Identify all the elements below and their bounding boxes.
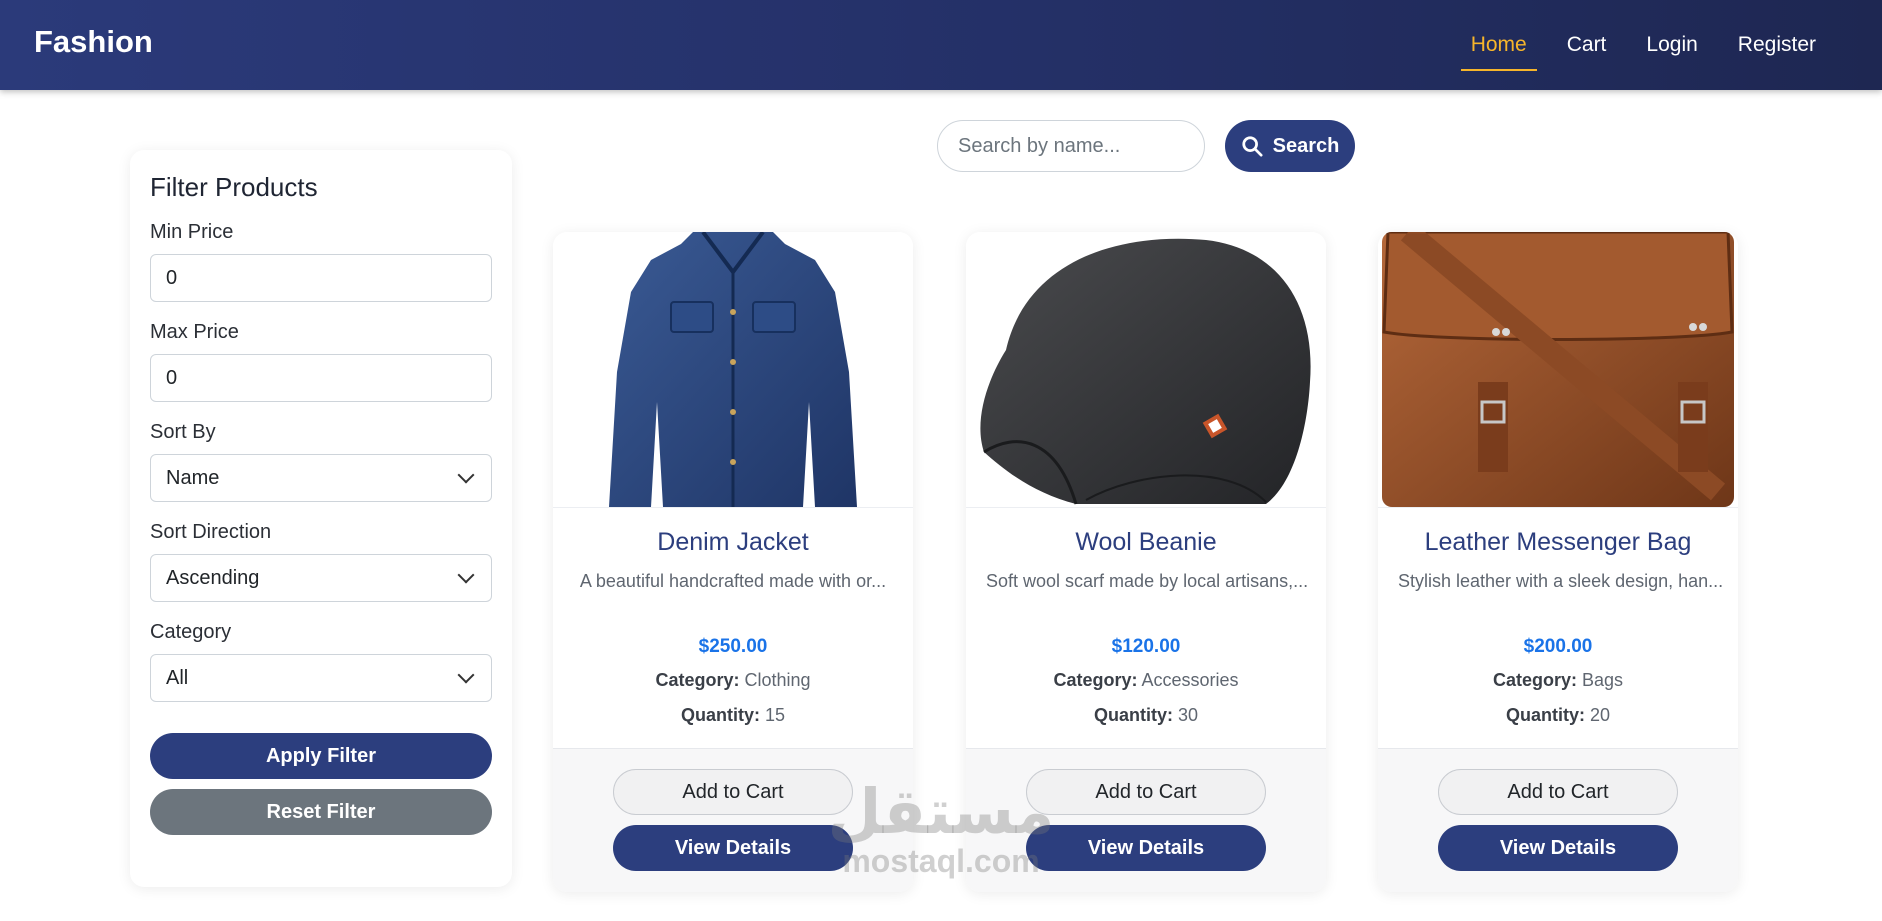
product-card-footer: Add to Cart View Details bbox=[966, 748, 1326, 892]
nav-link-cart[interactable]: Cart bbox=[1557, 25, 1617, 65]
sort-direction-value: Ascending bbox=[166, 566, 260, 589]
search-button[interactable]: Search bbox=[1225, 120, 1355, 172]
product-price: $250.00 bbox=[698, 636, 768, 657]
product-description: A beautiful handcrafted made with or... bbox=[579, 571, 887, 591]
product-category: Category: Accessories bbox=[966, 670, 1326, 691]
sort-direction-field: Sort Direction Ascending bbox=[150, 521, 492, 602]
chevron-down-icon bbox=[457, 666, 475, 684]
chevron-down-icon bbox=[457, 466, 475, 484]
quantity-key: Quantity: bbox=[1505, 705, 1585, 725]
product-image-wool-beanie[interactable] bbox=[966, 232, 1326, 507]
product-name[interactable]: Wool Beanie bbox=[966, 528, 1326, 557]
max-price-label: Max Price bbox=[150, 321, 239, 343]
reset-filter-button[interactable]: Reset Filter bbox=[150, 789, 492, 835]
add-to-cart-button[interactable]: Add to Cart bbox=[1026, 769, 1266, 815]
product-quantity: Quantity: 15 bbox=[553, 705, 913, 726]
product-price: $120.00 bbox=[1111, 636, 1181, 657]
product-name[interactable]: Leather Messenger Bag bbox=[1378, 528, 1738, 557]
nav-link-register[interactable]: Register bbox=[1728, 25, 1826, 65]
category-select[interactable]: All bbox=[150, 654, 492, 702]
nav-link-login[interactable]: Login bbox=[1636, 25, 1707, 65]
product-image-denim-jacket[interactable] bbox=[553, 232, 913, 507]
navbar: Fashion Home Cart Login Register bbox=[0, 0, 1882, 90]
quantity-val: 30 bbox=[1177, 705, 1199, 725]
product-name[interactable]: Denim Jacket bbox=[553, 528, 913, 557]
search-icon bbox=[1242, 136, 1263, 157]
filter-title: Filter Products bbox=[150, 172, 318, 202]
quantity-val: 20 bbox=[1589, 705, 1611, 725]
category-val: Accessories bbox=[1141, 670, 1239, 690]
sort-by-select[interactable]: Name bbox=[150, 454, 492, 502]
category-label: Category bbox=[150, 621, 232, 643]
product-card-body: Denim Jacket A beautiful handcrafted mad… bbox=[553, 507, 913, 748]
search-button-label: Search bbox=[1272, 134, 1340, 157]
sort-by-label: Sort By bbox=[150, 421, 216, 443]
product-card-body: Leather Messenger Bag Stylish leather wi… bbox=[1378, 507, 1738, 748]
chevron-down-icon bbox=[457, 566, 475, 584]
sort-by-field: Sort By Name bbox=[150, 421, 492, 502]
min-price-input[interactable]: 0 bbox=[150, 254, 492, 302]
max-price-input[interactable]: 0 bbox=[150, 354, 492, 402]
category-val: Bags bbox=[1582, 670, 1624, 690]
product-description: Stylish leather with a sleek design, han… bbox=[1398, 571, 1724, 591]
product-quantity: Quantity: 20 bbox=[1378, 705, 1738, 726]
min-price-label: Min Price bbox=[150, 221, 234, 243]
filter-panel: Filter Products Min Price 0 Max Price 0 … bbox=[130, 150, 512, 887]
sort-direction-label: Sort Direction bbox=[150, 521, 272, 543]
category-value: All bbox=[166, 666, 189, 689]
product-card: Leather Messenger Bag Stylish leather wi… bbox=[1378, 232, 1738, 892]
product-card-footer: Add to Cart View Details bbox=[1378, 748, 1738, 892]
product-quantity: Quantity: 30 bbox=[966, 705, 1326, 726]
brand-logo[interactable]: Fashion bbox=[34, 24, 153, 60]
category-key: Category: bbox=[1053, 670, 1138, 690]
max-price-field: Max Price 0 bbox=[150, 321, 492, 402]
product-description: Soft wool scarf made by local artisans,.… bbox=[986, 571, 1309, 591]
quantity-key: Quantity: bbox=[680, 705, 760, 725]
product-price: $200.00 bbox=[1523, 636, 1593, 657]
nav-link-home[interactable]: Home bbox=[1460, 25, 1537, 71]
view-details-button[interactable]: View Details bbox=[1026, 825, 1266, 871]
product-card-footer: Add to Cart View Details bbox=[553, 748, 913, 892]
product-category: Category: Clothing bbox=[553, 670, 913, 691]
add-to-cart-button[interactable]: Add to Cart bbox=[1438, 769, 1678, 815]
category-key: Category: bbox=[1492, 670, 1577, 690]
min-price-field: Min Price 0 bbox=[150, 221, 492, 302]
category-field: Category All bbox=[150, 621, 492, 702]
quantity-key: Quantity: bbox=[1093, 705, 1173, 725]
sort-direction-select[interactable]: Ascending bbox=[150, 554, 492, 602]
view-details-button[interactable]: View Details bbox=[613, 825, 853, 871]
product-image-leather-messenger-bag[interactable] bbox=[1378, 232, 1738, 507]
sort-by-value: Name bbox=[166, 466, 220, 489]
category-val: Clothing bbox=[744, 670, 811, 690]
apply-filter-button[interactable]: Apply Filter bbox=[150, 733, 492, 779]
product-category: Category: Bags bbox=[1378, 670, 1738, 691]
quantity-val: 15 bbox=[764, 705, 786, 725]
category-key: Category: bbox=[655, 670, 740, 690]
product-card: Denim Jacket A beautiful handcrafted mad… bbox=[553, 232, 913, 892]
nav-links: Home Cart Login Register bbox=[1460, 0, 1826, 90]
view-details-button[interactable]: View Details bbox=[1438, 825, 1678, 871]
product-card-body: Wool Beanie Soft wool scarf made by loca… bbox=[966, 507, 1326, 748]
add-to-cart-button[interactable]: Add to Cart bbox=[613, 769, 853, 815]
product-card: Wool Beanie Soft wool scarf made by loca… bbox=[966, 232, 1326, 892]
search-input[interactable]: Search by name... bbox=[937, 120, 1205, 172]
